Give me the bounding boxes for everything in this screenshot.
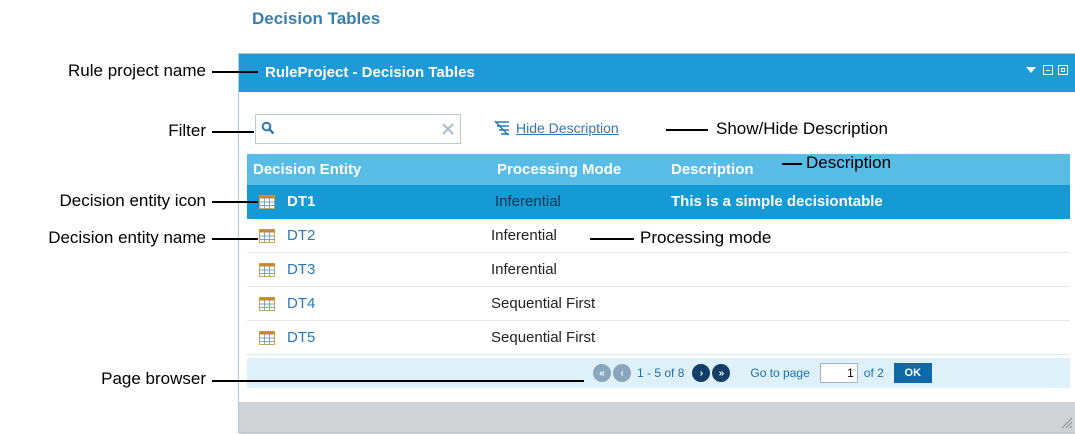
processing-mode: Sequential First bbox=[491, 329, 596, 346]
leader-line bbox=[212, 201, 258, 203]
widget-toolbar: Hide Description bbox=[239, 92, 1075, 154]
first-page-icon[interactable]: « bbox=[593, 364, 611, 382]
next-page-icon[interactable]: › bbox=[692, 364, 711, 382]
table-row[interactable]: DT5 Sequential First bbox=[247, 321, 1070, 355]
hide-description-toggle[interactable]: Hide Description bbox=[493, 120, 619, 136]
maximize-icon[interactable] bbox=[1058, 65, 1068, 75]
annotation-rule-project-name: Rule project name bbox=[68, 61, 206, 80]
chevron-down-icon[interactable] bbox=[1026, 67, 1036, 73]
search-icon bbox=[261, 121, 275, 135]
go-to-page-label: Go to page bbox=[750, 366, 810, 380]
processing-mode: Inferential bbox=[491, 261, 557, 278]
pager-controls: « ‹ 1 - 5 of 8 › » Go to page of 2 OK bbox=[593, 363, 932, 383]
rule-project-title: RuleProject - Decision Tables bbox=[265, 64, 475, 81]
hide-description-icon bbox=[494, 120, 509, 136]
annotation-show-hide-description: Show/Hide Description bbox=[716, 119, 888, 138]
decision-table-icon bbox=[259, 331, 275, 345]
column-header-processing-mode[interactable]: Processing Mode bbox=[497, 161, 621, 178]
decision-entity-name[interactable]: DT4 bbox=[287, 295, 315, 312]
leader-line bbox=[212, 380, 584, 382]
leader-line bbox=[782, 163, 802, 165]
column-header-description[interactable]: Description bbox=[671, 161, 754, 178]
annotation-page-browser: Page browser bbox=[101, 369, 206, 388]
page-count-label: of 2 bbox=[863, 366, 884, 380]
leader-line bbox=[590, 238, 634, 240]
page-range: 1 - 5 of 8 bbox=[637, 366, 685, 380]
ok-button[interactable]: OK bbox=[893, 363, 932, 383]
annotation-decision-entity-name: Decision entity name bbox=[48, 228, 206, 247]
table-row[interactable]: DT1 Inferential This is a simple decisio… bbox=[247, 185, 1070, 219]
table-row[interactable]: DT3 Inferential bbox=[247, 253, 1070, 287]
resize-grip-icon[interactable] bbox=[1059, 415, 1073, 429]
annotation-description: Description bbox=[806, 153, 892, 172]
annotation-filter: Filter bbox=[168, 121, 206, 140]
window-controls bbox=[1026, 65, 1068, 75]
last-page-icon[interactable]: » bbox=[712, 364, 731, 382]
description-text: This is a simple decisiontable bbox=[671, 193, 883, 210]
filter-box bbox=[255, 114, 461, 144]
minimize-icon[interactable] bbox=[1043, 65, 1053, 75]
decision-table-icon bbox=[259, 229, 275, 243]
leader-line bbox=[212, 71, 258, 73]
annotation-decision-entity-icon: Decision entity icon bbox=[59, 191, 206, 210]
decision-entity-name[interactable]: DT5 bbox=[287, 329, 315, 346]
decision-entity-name[interactable]: DT1 bbox=[287, 193, 315, 210]
leader-line bbox=[212, 238, 258, 240]
table-body: DT1 Inferential This is a simple decisio… bbox=[247, 185, 1070, 355]
annotation-processing-mode: Processing mode bbox=[640, 228, 772, 247]
processing-mode: Inferential bbox=[491, 227, 557, 244]
previous-page-icon[interactable]: ‹ bbox=[613, 364, 631, 382]
filter-input[interactable] bbox=[280, 119, 434, 141]
page-browser: « ‹ 1 - 5 of 8 › » Go to page of 2 OK bbox=[247, 358, 1070, 388]
decision-table-icon bbox=[259, 297, 275, 311]
column-header-decision-entity[interactable]: Decision Entity bbox=[253, 161, 361, 178]
leader-line bbox=[666, 129, 708, 131]
clear-filter-icon[interactable] bbox=[442, 123, 454, 135]
decision-table-icon bbox=[259, 195, 275, 209]
table-header: Decision Entity Processing Mode Descript… bbox=[247, 154, 1070, 185]
processing-mode: Sequential First bbox=[491, 295, 596, 312]
widget-footer bbox=[239, 402, 1075, 432]
decision-entity-name[interactable]: DT3 bbox=[287, 261, 315, 278]
hide-description-link[interactable]: Hide Description bbox=[516, 120, 619, 136]
widget-titlebar: RuleProject - Decision Tables bbox=[239, 54, 1075, 92]
leader-line bbox=[212, 131, 254, 133]
page-number-input[interactable] bbox=[819, 363, 858, 383]
decision-entity-name[interactable]: DT2 bbox=[287, 227, 315, 244]
table-row[interactable]: DT4 Sequential First bbox=[247, 287, 1070, 321]
decision-table-icon bbox=[259, 263, 275, 277]
page-title: Decision Tables bbox=[252, 9, 381, 28]
processing-mode: Inferential bbox=[495, 193, 561, 210]
